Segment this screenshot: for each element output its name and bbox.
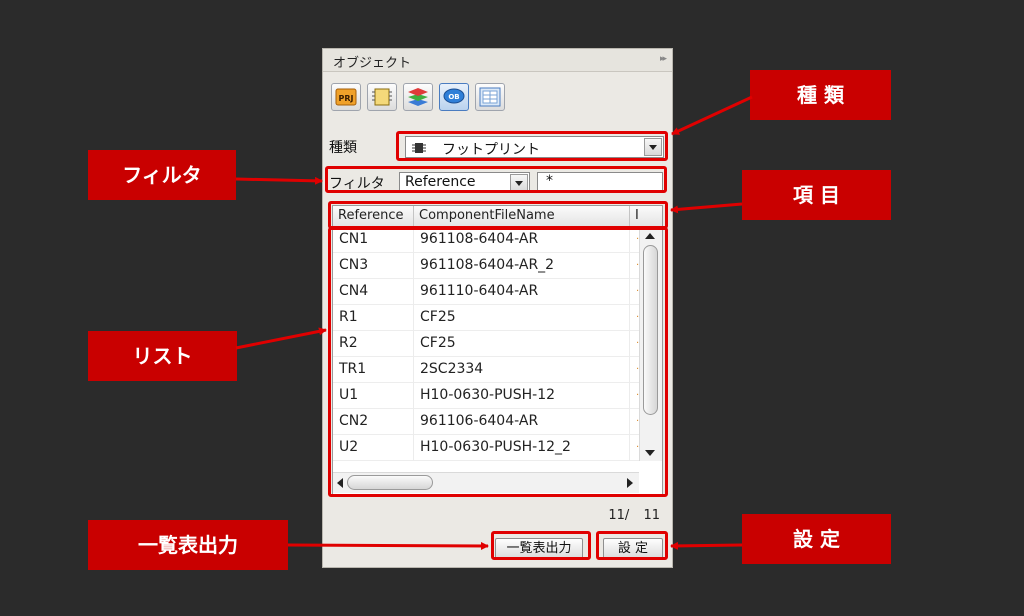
table-row[interactable]: CN1 961108-6404-AR · <box>333 227 639 253</box>
cell-componentfilename: CF25 <box>414 331 630 357</box>
table-row[interactable]: CN3 961108-6404-AR_2 · <box>333 253 639 279</box>
filter-text-input[interactable]: * <box>537 172 663 192</box>
callout-export: 一覧表出力 <box>88 520 288 570</box>
cell-extra: · <box>636 364 639 375</box>
callout-type: 種 類 <box>750 70 891 120</box>
cell-extra: · <box>636 286 639 297</box>
type-dropdown-button[interactable] <box>644 138 662 156</box>
layers-button[interactable] <box>403 83 433 111</box>
item-count: 11/ 11 <box>608 508 660 523</box>
component-icon <box>372 88 392 106</box>
ob-button[interactable]: OB <box>439 83 469 111</box>
arrow-list <box>235 327 327 350</box>
filter-field-select[interactable]: Reference <box>399 172 530 192</box>
scroll-up-icon[interactable] <box>645 233 655 239</box>
table-row[interactable]: U1 H10-0630-PUSH-12 · <box>333 383 639 409</box>
table-row[interactable]: R2 CF25 · <box>333 331 639 357</box>
footprint-chip-icon <box>412 143 426 153</box>
scroll-right-icon[interactable] <box>627 478 633 488</box>
list-header: Reference ComponentFileName I <box>333 206 662 227</box>
vertical-scroll-thumb[interactable] <box>643 245 658 415</box>
table-row[interactable]: R1 CF25 · <box>333 305 639 331</box>
column-header-reference[interactable]: Reference <box>333 206 414 226</box>
cell-reference: CN2 <box>333 409 414 435</box>
column-header-extra[interactable]: I <box>630 206 662 226</box>
cell-componentfilename: H10-0630-PUSH-12_2 <box>414 435 630 461</box>
object-panel: オブジェクト ▸▸ PRJ OB 種類 フットプリント フィルタ Referen… <box>322 48 673 568</box>
cell-extra: · <box>636 390 639 401</box>
callout-settings: 設 定 <box>742 514 891 564</box>
settings-button[interactable]: 設 定 <box>603 538 663 560</box>
cell-componentfilename: H10-0630-PUSH-12 <box>414 383 630 409</box>
cell-reference: R2 <box>333 331 414 357</box>
type-select-value: フットプリント <box>442 142 540 158</box>
prj-button[interactable]: PRJ <box>331 83 361 111</box>
type-select[interactable]: フットプリント <box>405 136 664 158</box>
cell-extra: · <box>636 442 639 453</box>
cell-reference: R1 <box>333 305 414 331</box>
cell-reference: U2 <box>333 435 414 461</box>
prj-icon: PRJ <box>335 88 357 106</box>
scroll-down-icon[interactable] <box>645 450 655 456</box>
component-button[interactable] <box>367 83 397 111</box>
cell-reference: CN4 <box>333 279 414 305</box>
chevron-down-icon <box>649 145 657 150</box>
cell-extra: · <box>636 260 639 271</box>
callout-columns: 項 目 <box>742 170 891 220</box>
svg-text:PRJ: PRJ <box>339 94 354 103</box>
cell-componentfilename: 2SC2334 <box>414 357 630 383</box>
cell-componentfilename: 961108-6404-AR_2 <box>414 253 630 279</box>
arrow-settings <box>670 541 743 550</box>
cell-componentfilename: 961110-6404-AR <box>414 279 630 305</box>
layers-icon <box>408 88 428 106</box>
table-view-button[interactable] <box>475 83 505 111</box>
arrow-type <box>671 95 753 136</box>
ob-icon: OB <box>443 88 465 104</box>
table-row[interactable]: CN4 961110-6404-AR · <box>333 279 639 305</box>
arrow-filter <box>235 176 323 185</box>
panel-titlebar: オブジェクト ▸▸ <box>323 49 672 72</box>
horizontal-scroll-thumb[interactable] <box>347 475 433 490</box>
table-view-icon <box>479 87 501 107</box>
filter-dropdown-button[interactable] <box>510 174 528 192</box>
arrow-columns <box>670 202 743 214</box>
filter-text-value: * <box>546 173 553 189</box>
callout-filter: フィルタ <box>88 150 236 200</box>
table-row[interactable]: CN2 961106-6404-AR · <box>333 409 639 435</box>
panel-title: オブジェクト <box>333 56 412 71</box>
export-list-button[interactable]: 一覧表出力 <box>495 538 583 560</box>
table-row[interactable]: TR1 2SC2334 · <box>333 357 639 383</box>
svg-text:OB: OB <box>448 93 459 101</box>
chevron-down-icon <box>515 181 523 186</box>
callout-list: リスト <box>88 331 237 381</box>
cell-reference: CN3 <box>333 253 414 279</box>
cell-extra: · <box>636 338 639 349</box>
cell-extra: · <box>636 416 639 427</box>
cell-extra: · <box>636 312 639 323</box>
cell-componentfilename: 961106-6404-AR <box>414 409 630 435</box>
scroll-left-icon[interactable] <box>337 478 343 488</box>
object-list[interactable]: Reference ComponentFileName I CN1 961108-… <box>332 205 663 496</box>
panel-expand-icon[interactable]: ▸▸ <box>660 54 667 64</box>
vertical-scrollbar[interactable] <box>639 227 662 461</box>
cell-reference: U1 <box>333 383 414 409</box>
cell-componentfilename: CF25 <box>414 305 630 331</box>
cell-componentfilename: 961108-6404-AR <box>414 227 630 253</box>
horizontal-scrollbar[interactable] <box>333 472 639 493</box>
cell-extra: · <box>636 234 639 245</box>
column-header-componentfilename[interactable]: ComponentFileName <box>414 206 630 226</box>
cell-reference: TR1 <box>333 357 414 383</box>
type-label: 種類 <box>329 140 357 156</box>
cell-reference: CN1 <box>333 227 414 253</box>
filter-field-value: Reference <box>405 174 476 190</box>
table-row[interactable]: U2 H10-0630-PUSH-12_2 · <box>333 435 639 461</box>
filter-label: フィルタ <box>329 176 385 192</box>
